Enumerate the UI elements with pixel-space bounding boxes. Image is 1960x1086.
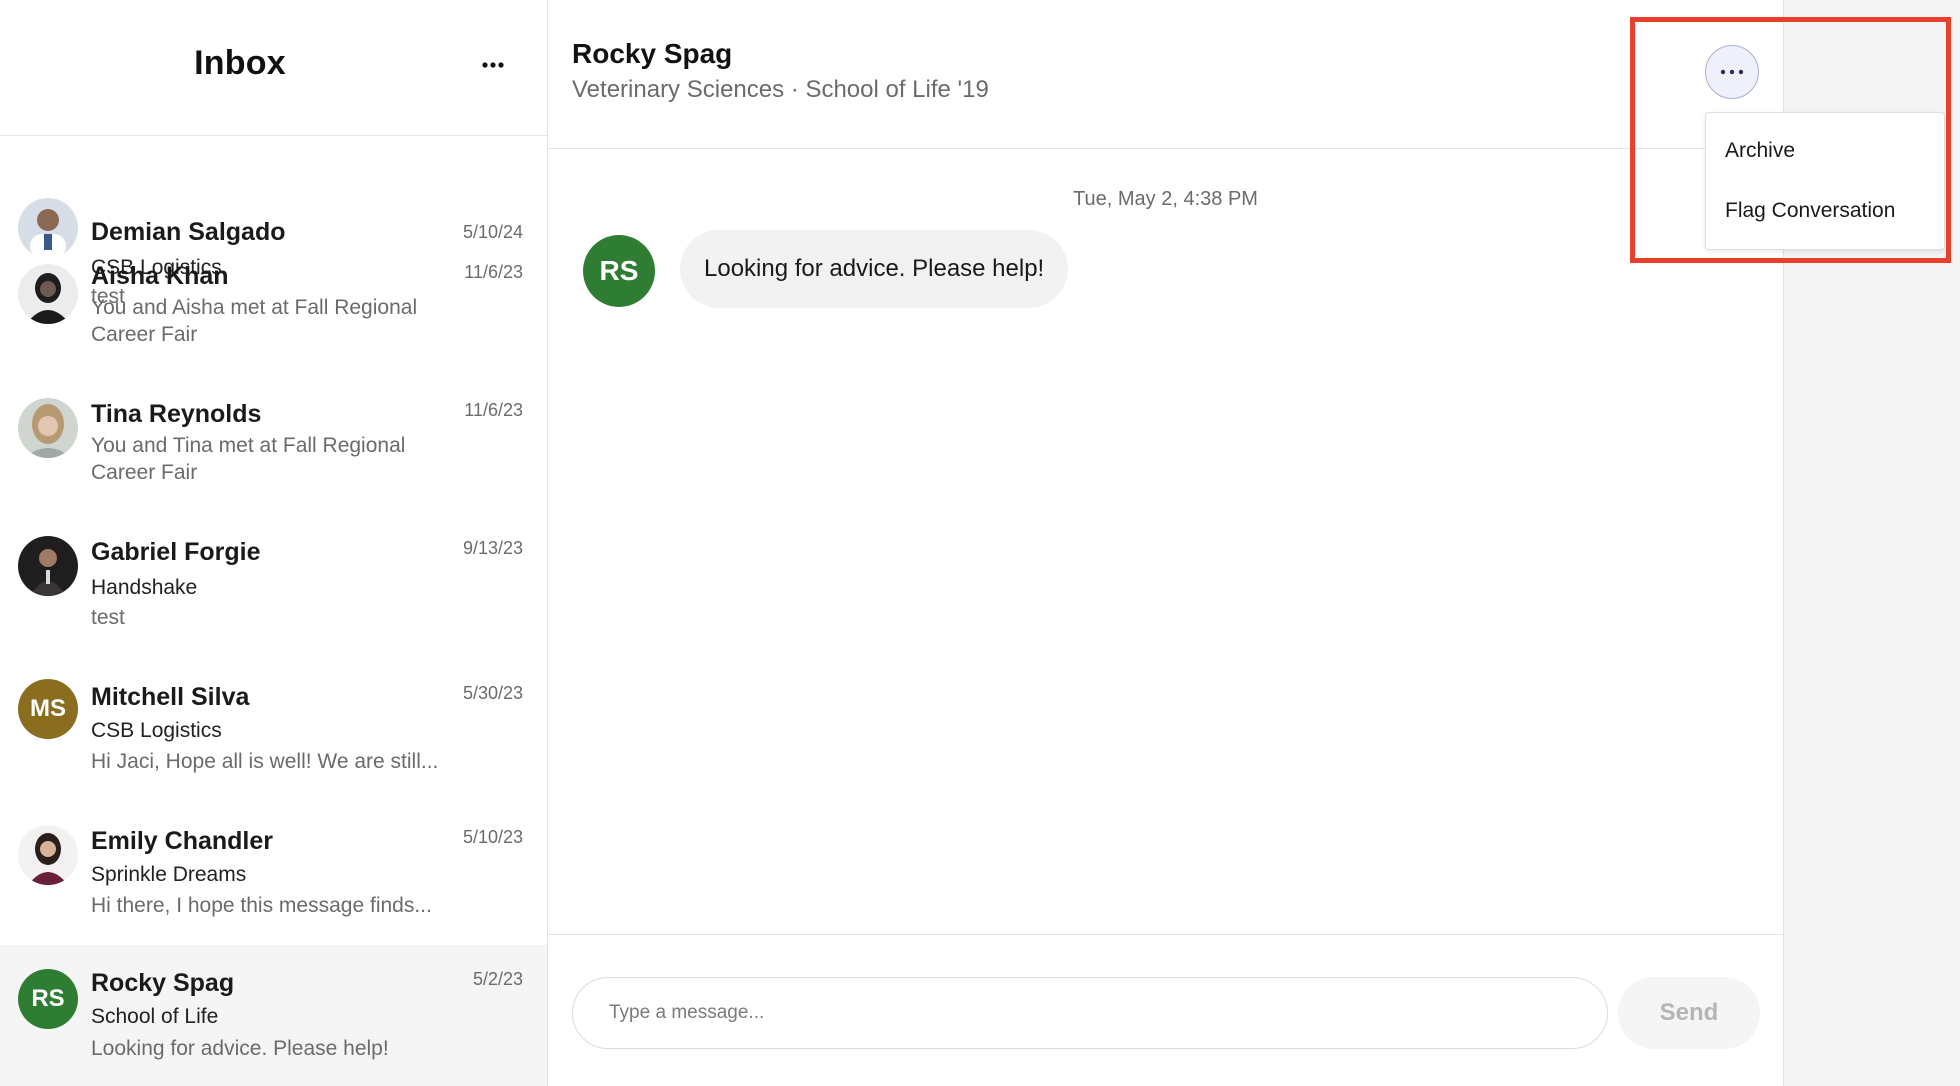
contact-name: Gabriel Forgie xyxy=(91,538,261,566)
conversation-item[interactable]: Gabriel Forgie 9/13/23 Handshake test xyxy=(0,516,547,661)
conversation-item[interactable]: MS Mitchell Silva 5/30/23 CSB Logistics … xyxy=(0,661,547,805)
conversation-preview: Looking for advice. Please help! xyxy=(91,1037,389,1060)
conversation-item[interactable]: Emily Chandler 5/10/23 Sprinkle Dreams H… xyxy=(0,805,547,945)
message-timestamp: Tue, May 2, 4:38 PM xyxy=(1073,188,1258,210)
avatar xyxy=(18,825,78,885)
person-photo-icon xyxy=(28,833,68,885)
avatar: MS xyxy=(18,679,78,739)
page-title: Inbox xyxy=(194,44,286,82)
person-photo-icon xyxy=(26,273,70,324)
conversation-preview: test xyxy=(91,606,125,629)
thread-header: Rocky Spag Veterinary Sciences · School … xyxy=(548,0,1783,149)
avatar-initials: MS xyxy=(30,695,66,722)
inbox-more-button[interactable] xyxy=(474,48,512,82)
thread-contact-name: Rocky Spag xyxy=(572,38,733,69)
conversation-date: 5/30/23 xyxy=(462,683,523,703)
conversation-preview: You and Aisha met at Fall Regional Caree… xyxy=(91,296,418,346)
conversation-date: 11/6/23 xyxy=(464,400,523,420)
message-input[interactable] xyxy=(572,977,1608,1049)
avatar: RS xyxy=(18,969,78,1029)
conversation-date: 5/10/23 xyxy=(462,827,523,847)
conversation-thread: Rocky Spag Veterinary Sciences · School … xyxy=(548,0,1783,1086)
thread-more-button[interactable] xyxy=(1705,45,1759,99)
conversation-date: 11/6/23 xyxy=(464,262,523,282)
avatar-initials: RS xyxy=(31,985,65,1012)
inbox-sidebar: Demian Salgado 5/10/24 CSB Logistics tes… xyxy=(0,0,548,1086)
message-composer: Send xyxy=(548,934,1783,1086)
contact-name: Rocky Spag xyxy=(91,969,235,997)
avatar xyxy=(18,264,78,324)
conversation-item-active[interactable]: RS Rocky Spag 5/2/23 School of Life Look… xyxy=(0,945,547,1086)
sidebar-header: Inbox xyxy=(0,0,547,136)
contact-name: Tina Reynolds xyxy=(91,400,262,428)
avatar xyxy=(18,398,78,458)
flag-conversation-menu-item[interactable]: Flag Conversation xyxy=(1725,199,1895,223)
conversation-company: School of Life xyxy=(91,1005,219,1028)
contact-name: Mitchell Silva xyxy=(91,683,250,711)
conversation-company: Handshake xyxy=(91,576,198,599)
thread-contact-subtitle: Veterinary Sciences · School of Life '19 xyxy=(572,76,989,103)
conversation-item[interactable]: Tina Reynolds 11/6/23 You and Tina met a… xyxy=(0,378,547,516)
send-button[interactable]: Send xyxy=(1618,977,1760,1049)
avatar xyxy=(18,536,78,596)
conversation-preview: Hi there, I hope this message finds... xyxy=(91,894,432,917)
conversation-company: Sprinkle Dreams xyxy=(91,863,247,886)
message-sender-avatar: RS xyxy=(583,235,655,307)
conversation-preview: Hi Jaci, Hope all is well! We are still.… xyxy=(91,750,439,773)
conversation-date: 9/13/23 xyxy=(462,538,523,558)
person-photo-icon xyxy=(24,404,72,458)
conversation-date: 5/2/23 xyxy=(472,969,523,989)
contact-name: Emily Chandler xyxy=(91,827,273,855)
conversation-options-menu: Archive Flag Conversation xyxy=(1705,112,1945,250)
message-bubble: Looking for advice. Please help! xyxy=(680,230,1069,308)
ellipsis-icon xyxy=(482,62,504,68)
conversation-item[interactable]: Aisha Khan 11/6/23 You and Aisha met at … xyxy=(0,240,547,378)
person-photo-icon xyxy=(30,549,66,596)
contact-name: Aisha Khan xyxy=(91,262,229,290)
ellipsis-icon xyxy=(1720,69,1744,75)
archive-menu-item[interactable]: Archive xyxy=(1725,139,1795,163)
conversation-company: CSB Logistics xyxy=(91,719,222,742)
avatar-initials: RS xyxy=(599,255,639,286)
conversation-preview: You and Tina met at Fall Regional Career… xyxy=(91,434,406,484)
